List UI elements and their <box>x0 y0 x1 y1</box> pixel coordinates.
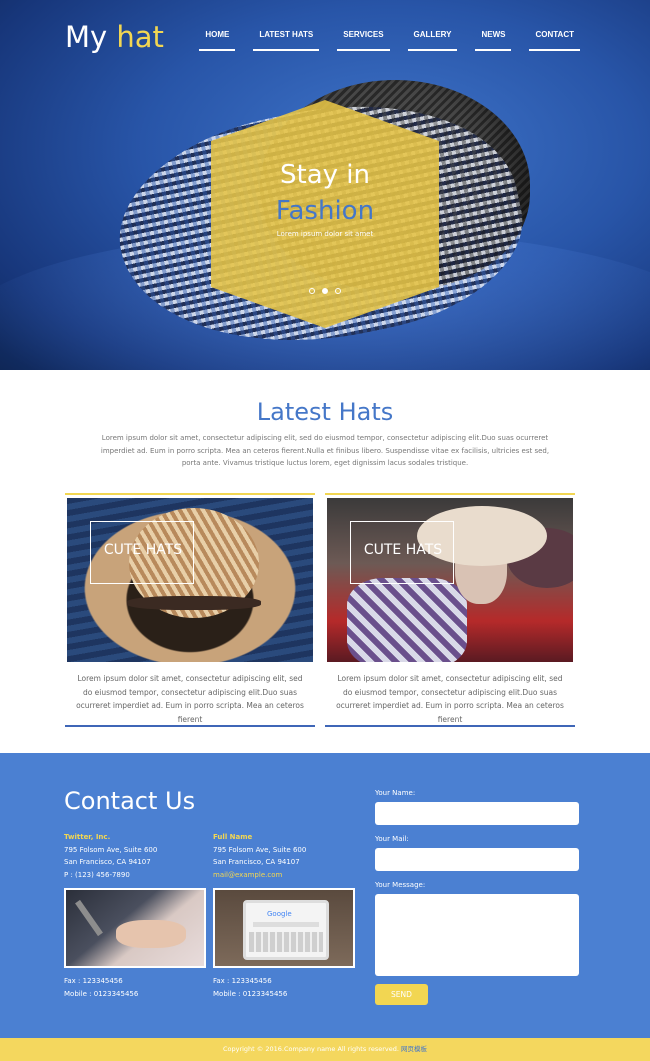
nav-services[interactable]: SERVICES <box>337 30 390 51</box>
site-logo[interactable]: My hat <box>65 20 164 54</box>
fax-block: Fax : 123345456 Mobile : 0123345456 <box>64 975 138 1000</box>
fax-text: Fax : 123345456 <box>64 977 123 985</box>
fax-block: Fax : 123345456 Mobile : 0123345456 <box>213 975 287 1000</box>
name-input[interactable] <box>375 802 579 825</box>
contact-form: Your Name: Your Mail: Your Message: SEND <box>375 789 579 1005</box>
address-name: Twitter, Inc. <box>64 833 111 841</box>
nav-latest-hats[interactable]: LATEST HATS <box>253 30 320 51</box>
tablet-logo-text: Google <box>267 910 292 918</box>
address-line: 795 Folsom Ave, Suite 600 <box>64 845 158 854</box>
contact-title: Contact Us <box>64 787 196 815</box>
hat-card[interactable]: CUTE HATS Lorem ipsum dolor sit amet, co… <box>325 493 575 727</box>
nav-home[interactable]: HOME <box>199 30 236 51</box>
hero-banner: My hat HOME LATEST HATS SERVICES GALLERY… <box>0 0 650 370</box>
fax-text: Fax : 123345456 <box>213 977 272 985</box>
nav-gallery[interactable]: GALLERY <box>407 30 458 51</box>
tablet-keyboard <box>249 932 323 952</box>
signing-photo <box>64 888 206 968</box>
copyright-text: Copyright © 2016.Company name All rights… <box>222 1045 399 1053</box>
hand-shape <box>116 920 186 948</box>
pen-shape <box>75 899 103 937</box>
nav-contact[interactable]: CONTACT <box>529 30 580 51</box>
latest-hats-section: Latest Hats Lorem ipsum dolor sit amet, … <box>0 370 650 753</box>
tablet-photo: Google <box>213 888 355 968</box>
hat-photo[interactable]: CUTE HATS <box>327 498 573 662</box>
main-nav: HOME LATEST HATS SERVICES GALLERY NEWS C… <box>199 30 580 51</box>
message-label: Your Message: <box>375 881 426 889</box>
footer-link[interactable]: 网页模板 <box>401 1045 427 1053</box>
photo-label-frame: CUTE HATS <box>90 521 194 584</box>
slider-dot[interactable] <box>309 288 315 294</box>
card-description: Lorem ipsum dolor sit amet, consectetur … <box>336 674 564 724</box>
email-link[interactable]: mail@example.com <box>213 869 353 882</box>
slider-dot[interactable] <box>335 288 341 294</box>
address-name: Full Name <box>213 833 253 841</box>
address-block: Twitter, Inc. 795 Folsom Ave, Suite 600 … <box>64 831 204 881</box>
card-bottom-line <box>325 725 575 727</box>
hat-card[interactable]: CUTE HATS Lorem ipsum dolor sit amet, co… <box>65 493 315 727</box>
scarf-shape <box>347 578 467 662</box>
hero-heading-line1: Stay in <box>280 160 370 190</box>
address-line: San Francisco, CA 94107 <box>64 858 151 866</box>
card-top-line <box>65 493 315 495</box>
message-textarea[interactable] <box>375 894 579 976</box>
footer: Copyright © 2016.Company name All rights… <box>0 1038 650 1061</box>
nav-news[interactable]: NEWS <box>475 30 512 51</box>
section-title: Latest Hats <box>256 398 394 426</box>
logo-accent-text: hat <box>116 20 164 54</box>
photo-label-frame: CUTE HATS <box>350 521 454 584</box>
card-label: CUTE HATS <box>103 542 183 558</box>
card-bottom-line <box>65 725 315 727</box>
card-description: Lorem ipsum dolor sit amet, consectetur … <box>76 674 304 724</box>
send-button[interactable]: SEND <box>375 984 428 1005</box>
card-label: CUTE HATS <box>363 542 443 558</box>
hero-hexagon-panel: Stay in Fashion Lorem ipsum dolor sit am… <box>211 100 439 328</box>
mobile-text: Mobile : 0123345456 <box>213 989 288 998</box>
slider-dots <box>211 288 439 294</box>
hat-photo[interactable]: CUTE HATS <box>67 498 313 662</box>
address-line: San Francisco, CA 94107 <box>213 858 300 866</box>
address-line: 795 Folsom Ave, Suite 600 <box>213 845 307 854</box>
phone-text: P : (123) 456-7890 <box>64 870 130 879</box>
hero-heading-line2: Fashion <box>275 196 375 226</box>
logo-main-text: My <box>65 20 117 54</box>
section-intro: Lorem ipsum dolor sit amet, consectetur … <box>100 434 550 467</box>
mobile-text: Mobile : 0123345456 <box>64 989 139 998</box>
mail-input[interactable] <box>375 848 579 871</box>
name-label: Your Name: <box>375 789 416 797</box>
mail-label: Your Mail: <box>375 835 409 843</box>
contact-section: Contact Us Twitter, Inc. 795 Folsom Ave,… <box>0 753 650 1038</box>
tablet-search-bar <box>253 922 319 927</box>
card-top-line <box>325 493 575 495</box>
hat-band-shape <box>127 596 261 610</box>
slider-dot-active[interactable] <box>322 288 328 294</box>
hero-subtitle: Lorem ipsum dolor sit amet <box>276 230 374 238</box>
address-block: Full Name 795 Folsom Ave, Suite 600 San … <box>213 831 353 881</box>
